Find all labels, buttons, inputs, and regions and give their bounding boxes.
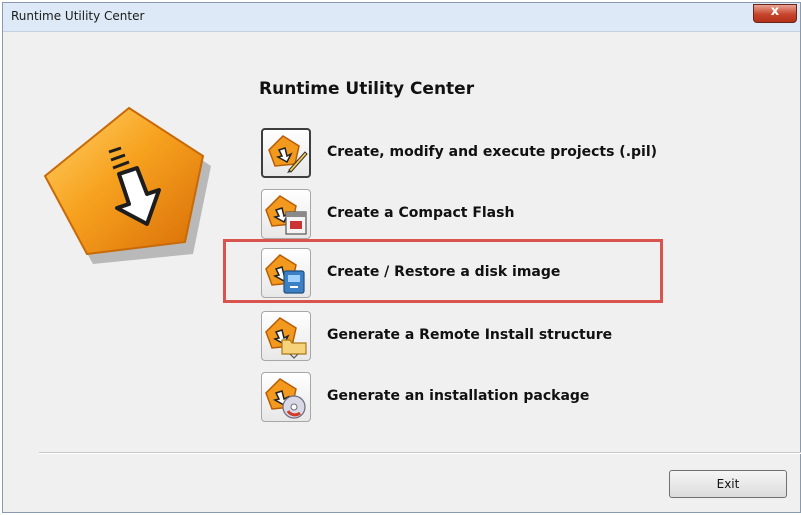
installation-package-label: Generate an installation package	[327, 388, 590, 404]
main-window: Runtime Utility Center x Runtime Utility…	[2, 2, 801, 513]
create-projects-label: Create, modify and execute projects (.pi…	[327, 144, 658, 160]
remote-install-label: Generate a Remote Install structure	[327, 327, 613, 343]
window-title: Runtime Utility Center	[11, 9, 145, 23]
remote-install-folder-icon	[265, 317, 307, 359]
installation-package-cd-icon	[265, 378, 306, 419]
compact-flash-label: Create a Compact Flash	[327, 205, 515, 221]
installation-package-button[interactable]	[261, 372, 311, 422]
menu-item-compact-flash[interactable]: Create a Compact Flash	[261, 189, 681, 241]
selection-highlight-box	[223, 239, 663, 303]
compact-flash-button[interactable]	[261, 189, 311, 239]
client-area: Runtime Utility Center Create, modify an…	[3, 32, 801, 512]
app-logo-icon	[43, 106, 211, 264]
create-projects-button[interactable]	[261, 128, 311, 178]
close-icon: x	[770, 4, 780, 19]
exit-button[interactable]: Exit	[669, 470, 787, 498]
page-title: Runtime Utility Center	[259, 79, 475, 99]
close-button[interactable]: x	[753, 4, 797, 23]
title-bar[interactable]: Runtime Utility Center x	[3, 3, 800, 32]
footer-divider	[39, 452, 801, 454]
compact-flash-icon	[265, 195, 307, 235]
menu-item-remote-install[interactable]: Generate a Remote Install structure	[261, 311, 681, 363]
menu-item-create-projects[interactable]: Create, modify and execute projects (.pi…	[261, 128, 681, 180]
project-pencil-icon	[268, 135, 308, 173]
remote-install-button[interactable]	[261, 311, 311, 361]
menu-item-installation-package[interactable]: Generate an installation package	[261, 372, 681, 424]
